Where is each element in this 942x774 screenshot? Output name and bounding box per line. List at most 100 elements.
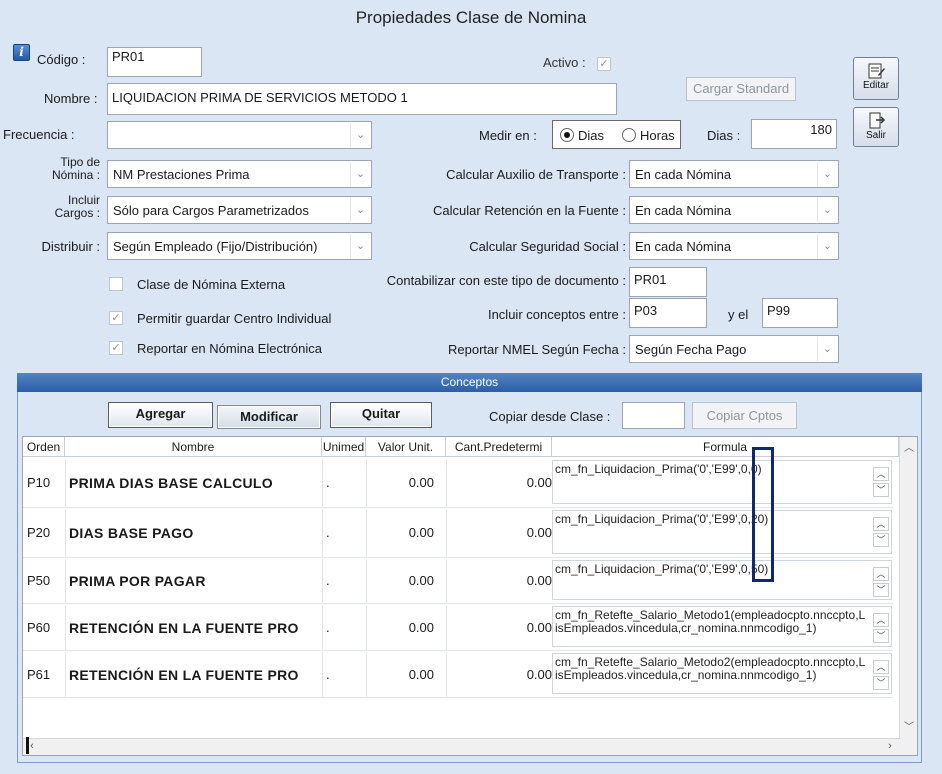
externa-checkbox[interactable] xyxy=(109,277,123,291)
tipo-nomina-select[interactable]: NM Prestaciones Prima ⌄ xyxy=(107,160,372,188)
activo-checkbox[interactable]: ✓ xyxy=(597,57,611,71)
quitar-button[interactable]: Quitar xyxy=(330,402,432,428)
row-unimed[interactable]: . xyxy=(326,620,346,635)
row-orden[interactable]: P50 xyxy=(27,573,63,588)
annotation-highlight-box xyxy=(752,447,774,582)
grid-vertical-scrollbar[interactable]: ︿ ﹀ xyxy=(899,437,917,755)
radio-dias[interactable] xyxy=(560,128,574,142)
row-formula[interactable]: cm_fn_Liquidacion_Prima('0','E99',0,20) xyxy=(552,510,892,554)
col-nombre[interactable]: Nombre xyxy=(65,437,322,457)
row-valor[interactable]: 0.00 xyxy=(366,525,434,540)
permitir-label: Permitir guardar Centro Individual xyxy=(137,311,332,326)
nombre-input[interactable]: LIQUIDACION PRIMA DE SERVICIOS METODO 1 xyxy=(107,83,617,115)
codigo-input[interactable]: PR01 xyxy=(107,47,202,77)
scroll-up-icon[interactable]: ︿ xyxy=(900,439,917,454)
grid-horizontal-scrollbar[interactable]: ‹ › xyxy=(23,738,901,755)
row-unimed[interactable]: . xyxy=(326,525,346,540)
row-formula[interactable]: cm_fn_Liquidacion_Prima('0','E99',0,0) xyxy=(552,460,892,504)
concepto-desde-input[interactable]: P03 xyxy=(629,298,707,328)
aux-transporte-value: En cada Nómina xyxy=(635,167,732,182)
formula-scroll-up-icon[interactable]: ︿ xyxy=(873,567,889,581)
permitir-checkbox[interactable]: ✓ xyxy=(109,311,123,325)
nmel-select[interactable]: Según Fecha Pago ⌄ xyxy=(629,335,839,363)
row-valor[interactable]: 0.00 xyxy=(366,667,434,682)
row-separator xyxy=(23,603,893,604)
modificar-button[interactable]: Modificar xyxy=(217,405,321,429)
editar-button[interactable]: Editar xyxy=(853,57,899,100)
dias-input[interactable]: 180 xyxy=(751,119,837,149)
reportar-checkbox[interactable]: ✓ xyxy=(109,341,123,355)
col-orden[interactable]: Orden xyxy=(23,437,65,457)
row-nombre[interactable]: PRIMA POR PAGAR xyxy=(69,573,323,589)
copiar-desde-input[interactable] xyxy=(622,402,685,429)
row-nombre[interactable]: RETENCIÓN EN LA FUENTE PRO xyxy=(69,620,323,636)
medir-label: Medir en : xyxy=(479,128,537,143)
row-nombre[interactable]: PRIMA DIAS BASE CALCULO xyxy=(69,475,323,491)
row-valor[interactable]: 0.00 xyxy=(366,620,434,635)
row-orden[interactable]: P60 xyxy=(27,620,63,635)
radio-horas[interactable] xyxy=(622,128,636,142)
row-formula[interactable]: cm_fn_Retefte_Salario_Metodo1(empleadocp… xyxy=(552,606,892,647)
row-unimed[interactable]: . xyxy=(326,475,346,490)
salir-button[interactable]: Salir xyxy=(853,107,899,147)
col-separator xyxy=(322,559,323,603)
col-separator xyxy=(366,652,367,697)
retencion-select[interactable]: En cada Nómina ⌄ xyxy=(629,196,839,224)
col-separator xyxy=(366,509,367,557)
row-valor[interactable]: 0.00 xyxy=(366,475,434,490)
cargar-standard-button[interactable]: Cargar Standard xyxy=(686,77,796,101)
row-cant[interactable]: 0.00 xyxy=(446,475,552,490)
row-cant[interactable]: 0.00 xyxy=(446,667,552,682)
frecuencia-select[interactable]: ⌄ xyxy=(107,121,372,149)
formula-scroll-up-icon[interactable]: ︿ xyxy=(873,467,889,481)
dias-label: Dias : xyxy=(707,128,741,143)
formula-scroll-up-icon[interactable]: ︿ xyxy=(873,517,889,531)
incluir-cargos-select[interactable]: Sólo para Cargos Parametrizados ⌄ xyxy=(107,196,372,224)
concepto-hasta-input[interactable]: P99 xyxy=(762,298,838,328)
chevron-down-icon: ⌄ xyxy=(817,234,837,258)
scroll-right-icon[interactable]: › xyxy=(883,739,897,754)
formula-scroll-up-icon[interactable]: ︿ xyxy=(873,660,889,674)
col-cant[interactable]: Cant.Predetermi xyxy=(446,437,552,457)
row-nombre[interactable]: RETENCIÓN EN LA FUENTE PRO xyxy=(69,667,323,683)
row-formula[interactable]: cm_fn_Liquidacion_Prima('0','E99',0,50) xyxy=(552,560,892,600)
exit-door-icon xyxy=(869,112,886,129)
chevron-down-icon: ⌄ xyxy=(350,198,370,222)
row-cant[interactable]: 0.00 xyxy=(446,573,552,588)
formula-scroll-down-icon[interactable]: ﹀ xyxy=(873,533,889,547)
row-unimed[interactable]: . xyxy=(326,667,346,682)
col-unimed[interactable]: Unimed xyxy=(322,437,366,457)
scroll-down-icon[interactable]: ﹀ xyxy=(900,718,917,733)
radio-dias-label: Dias xyxy=(578,128,605,143)
formula-scroll-up-icon[interactable]: ︿ xyxy=(873,613,889,627)
formula-scroll-down-icon[interactable]: ﹀ xyxy=(873,483,889,497)
row-pointer-marker xyxy=(26,737,29,754)
formula-scroll-down-icon[interactable]: ﹀ xyxy=(873,676,889,690)
row-orden[interactable]: P20 xyxy=(27,525,63,540)
nombre-label: Nombre : xyxy=(44,91,98,106)
row-cant[interactable]: 0.00 xyxy=(446,525,552,540)
formula-scroll-down-icon[interactable]: ﹀ xyxy=(873,629,889,643)
distribuir-select[interactable]: Según Empleado (Fijo/Distribución) ⌄ xyxy=(107,232,372,260)
row-valor[interactable]: 0.00 xyxy=(366,573,434,588)
agregar-button[interactable]: Agregar xyxy=(108,402,213,428)
row-formula[interactable]: cm_fn_Retefte_Salario_Metodo2(empleadocp… xyxy=(552,653,892,694)
chevron-down-icon: ⌄ xyxy=(817,162,837,186)
info-icon[interactable]: i xyxy=(13,44,30,61)
row-orden[interactable]: P10 xyxy=(27,475,63,490)
formula-scroll-down-icon[interactable]: ﹀ xyxy=(873,583,889,597)
col-separator xyxy=(65,652,66,697)
row-orden[interactable]: P61 xyxy=(27,667,63,682)
contabilizar-input[interactable]: PR01 xyxy=(629,267,707,297)
col-valor[interactable]: Valor Unit. xyxy=(366,437,446,457)
col-separator xyxy=(446,509,447,557)
aux-transporte-select[interactable]: En cada Nómina ⌄ xyxy=(629,160,839,188)
row-cant[interactable]: 0.00 xyxy=(446,620,552,635)
col-formula[interactable]: Formula xyxy=(552,437,899,457)
seguridad-select[interactable]: En cada Nómina ⌄ xyxy=(629,232,839,260)
conceptos-header: Conceptos xyxy=(17,373,922,392)
copiar-cptos-button[interactable]: Copiar Cptos xyxy=(692,402,797,429)
row-unimed[interactable]: . xyxy=(326,573,346,588)
radio-horas-label: Horas xyxy=(640,128,675,143)
row-nombre[interactable]: DIAS BASE PAGO xyxy=(69,525,323,541)
